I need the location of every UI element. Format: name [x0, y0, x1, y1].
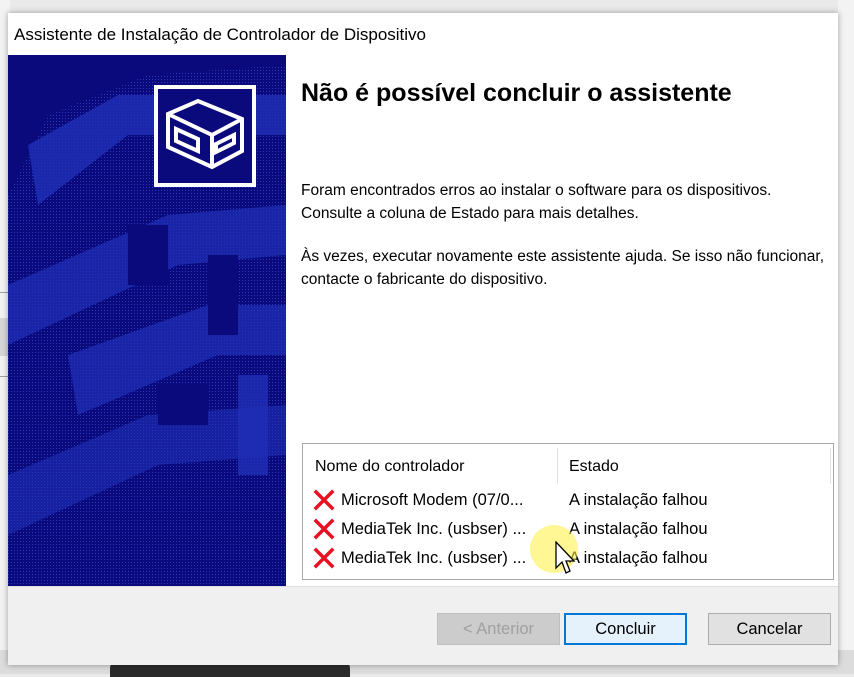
error-x-icon: [313, 547, 335, 569]
cancel-button[interactable]: Cancelar: [708, 613, 831, 645]
column-header-driver-name[interactable]: Nome do controlador: [315, 458, 464, 476]
driver-status: A instalação falhou: [569, 491, 708, 509]
wizard-banner: [8, 55, 286, 586]
wizard-content: Não é possível concluir o assistente For…: [286, 55, 838, 586]
list-item[interactable]: Microsoft Modem (07/0... A instalação fa…: [303, 488, 833, 516]
driver-name: Microsoft Modem (07/0...: [341, 491, 524, 509]
driver-status: A instalação falhou: [569, 549, 708, 567]
title-bar[interactable]: Assistente de Instalação de Controlador …: [8, 13, 838, 55]
driver-name: MediaTek Inc. (usbser) ...: [341, 549, 527, 567]
column-divider[interactable]: [557, 448, 558, 484]
finish-button[interactable]: Concluir: [564, 613, 687, 645]
error-x-icon: [313, 489, 335, 511]
wizard-footer: < Anterior Concluir Cancelar: [8, 587, 838, 665]
column-divider[interactable]: [830, 448, 831, 484]
error-description: Foram encontrados erros ao instalar o so…: [301, 182, 772, 222]
device-driver-icon: [154, 85, 256, 187]
error-x-icon: [313, 518, 335, 540]
window-title: Assistente de Instalação de Controlador …: [14, 25, 427, 44]
wizard-dialog: Assistente de Instalação de Controlador …: [8, 13, 838, 665]
background-right: [838, 0, 854, 674]
driver-status: A instalação falhou: [569, 520, 708, 538]
retry-advice: Às vezes, executar novamente este assist…: [301, 248, 825, 288]
back-button[interactable]: < Anterior: [437, 613, 560, 645]
driver-name: MediaTek Inc. (usbser) ...: [341, 520, 527, 538]
list-header: Nome do controlador Estado: [303, 444, 833, 488]
column-header-status[interactable]: Estado: [569, 458, 619, 476]
page-title: Não é possível concluir o assistente: [301, 79, 732, 107]
mouse-pointer-icon: [555, 541, 576, 574]
